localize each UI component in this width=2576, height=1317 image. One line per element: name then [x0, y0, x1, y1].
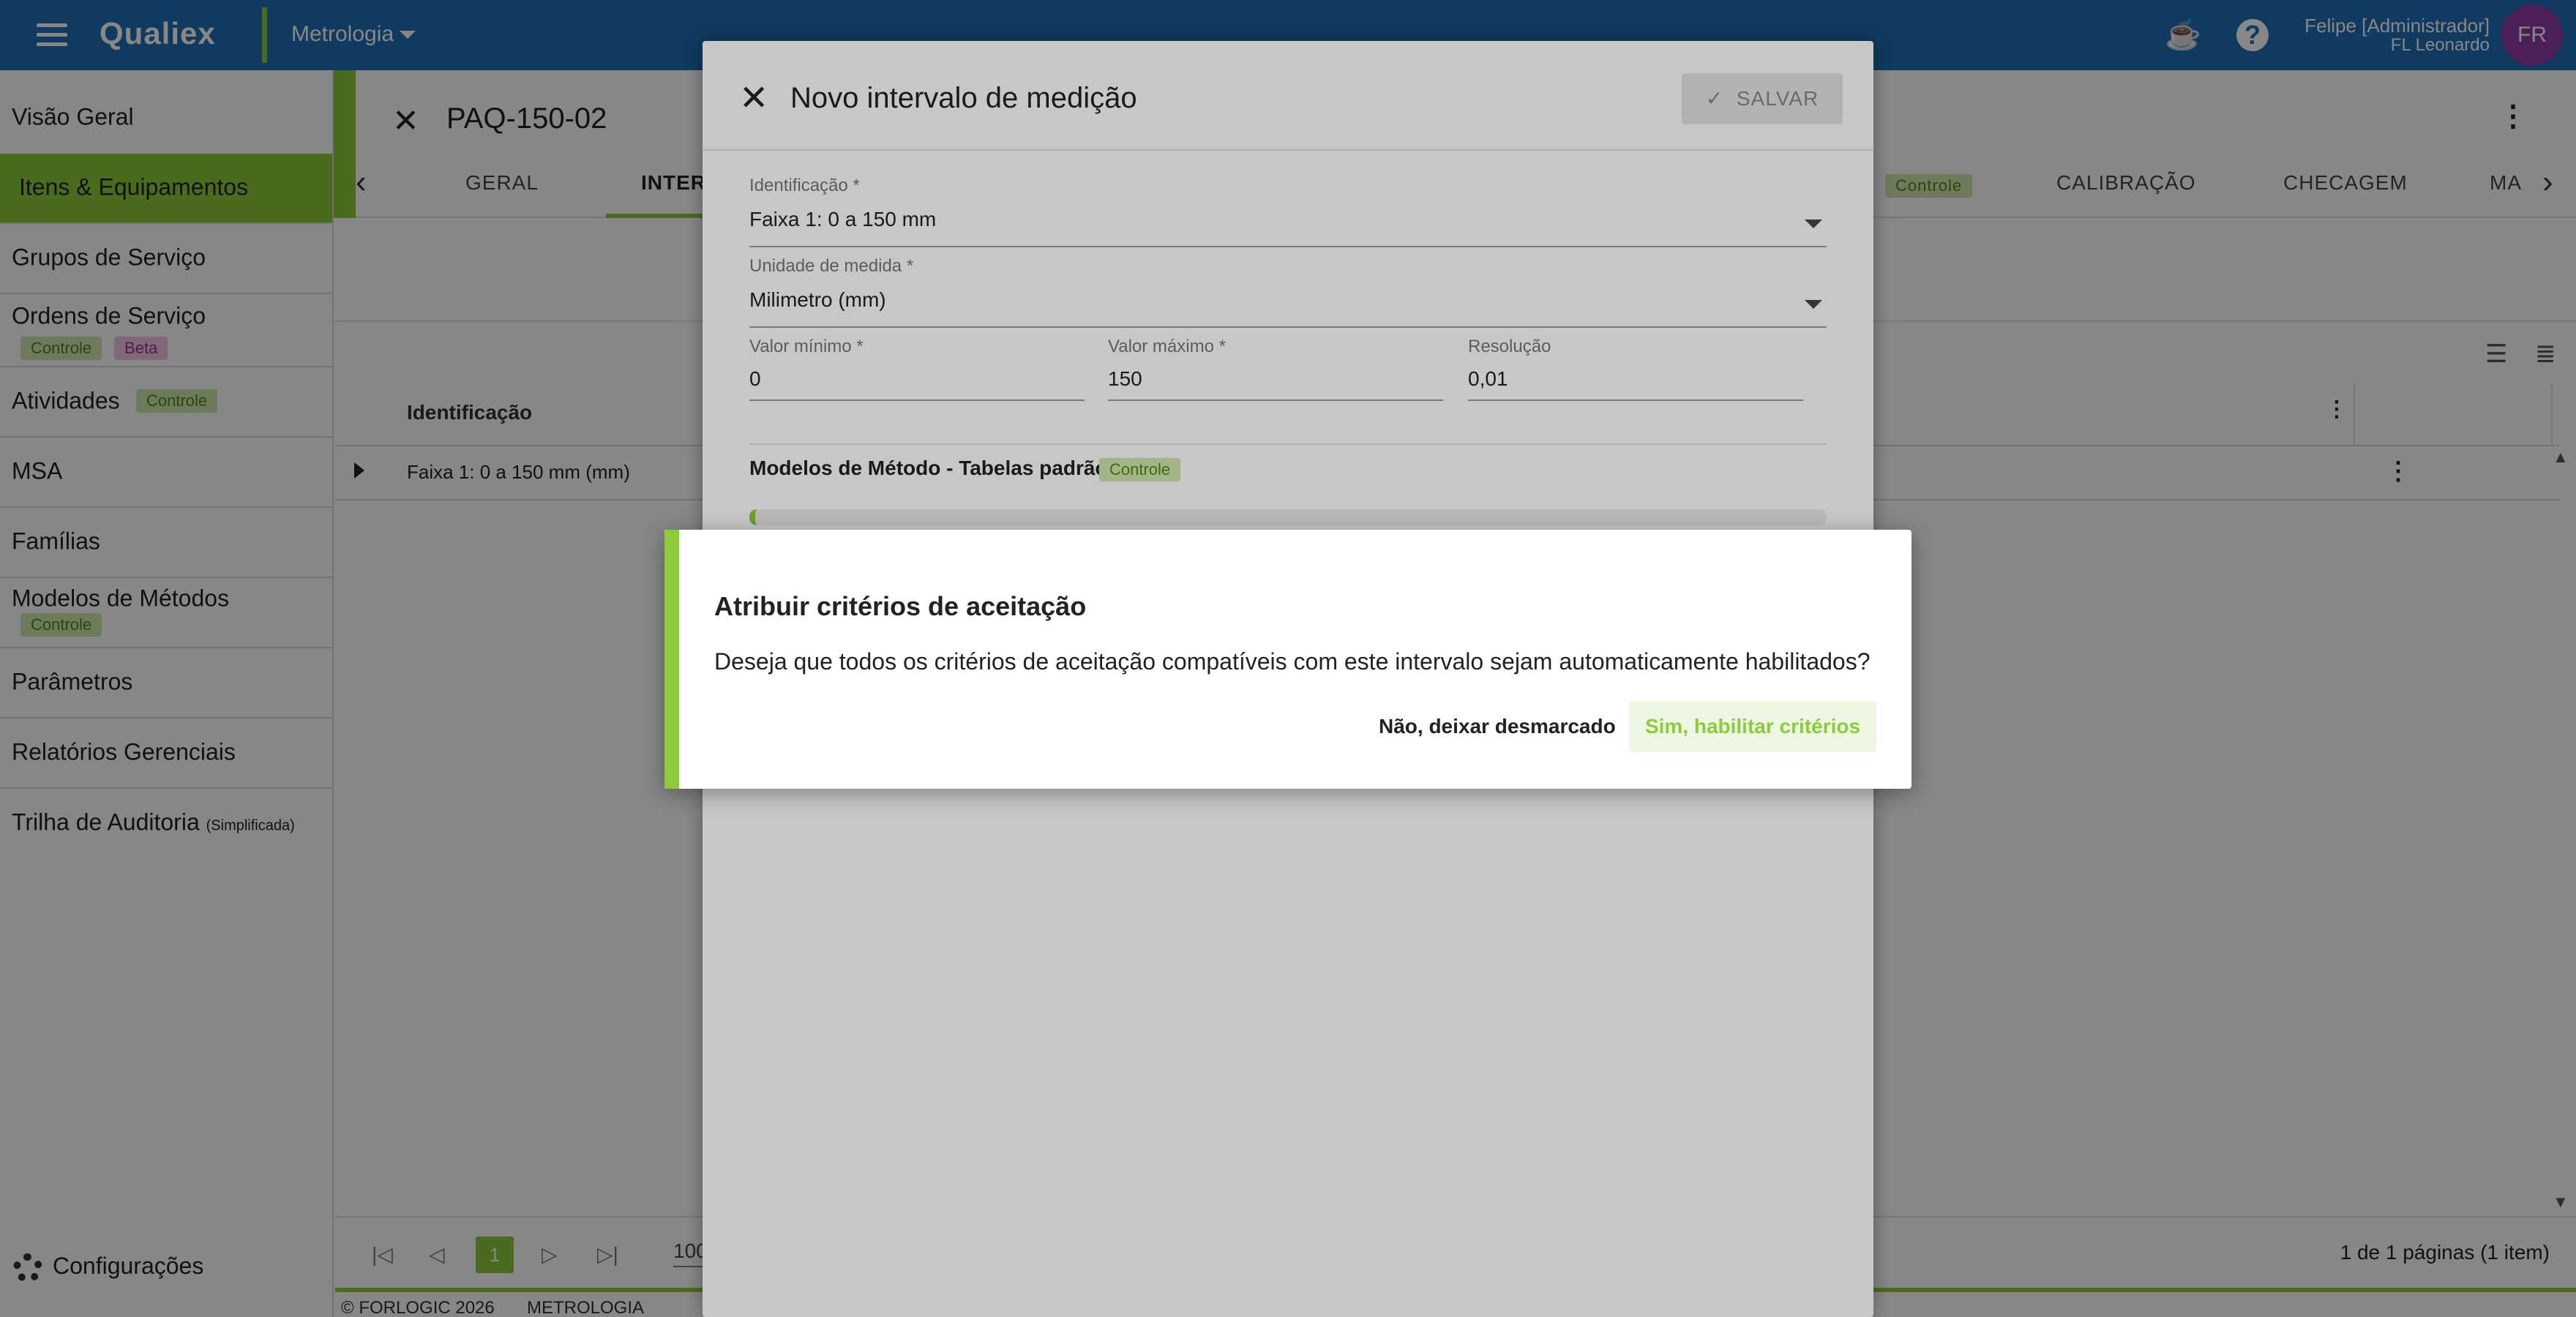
confirm-dialog: Atribuir critérios de aceitação Deseja q…	[664, 530, 1912, 789]
confirm-accent	[664, 530, 679, 789]
no-button[interactable]: Não, deixar desmarcado	[1364, 701, 1630, 752]
confirm-title: Atribuir critérios de aceitação	[714, 591, 1087, 621]
confirm-message: Deseja que todos os critérios de aceitaç…	[714, 648, 1871, 675]
yes-button[interactable]: Sim, habilitar critérios	[1629, 701, 1876, 752]
